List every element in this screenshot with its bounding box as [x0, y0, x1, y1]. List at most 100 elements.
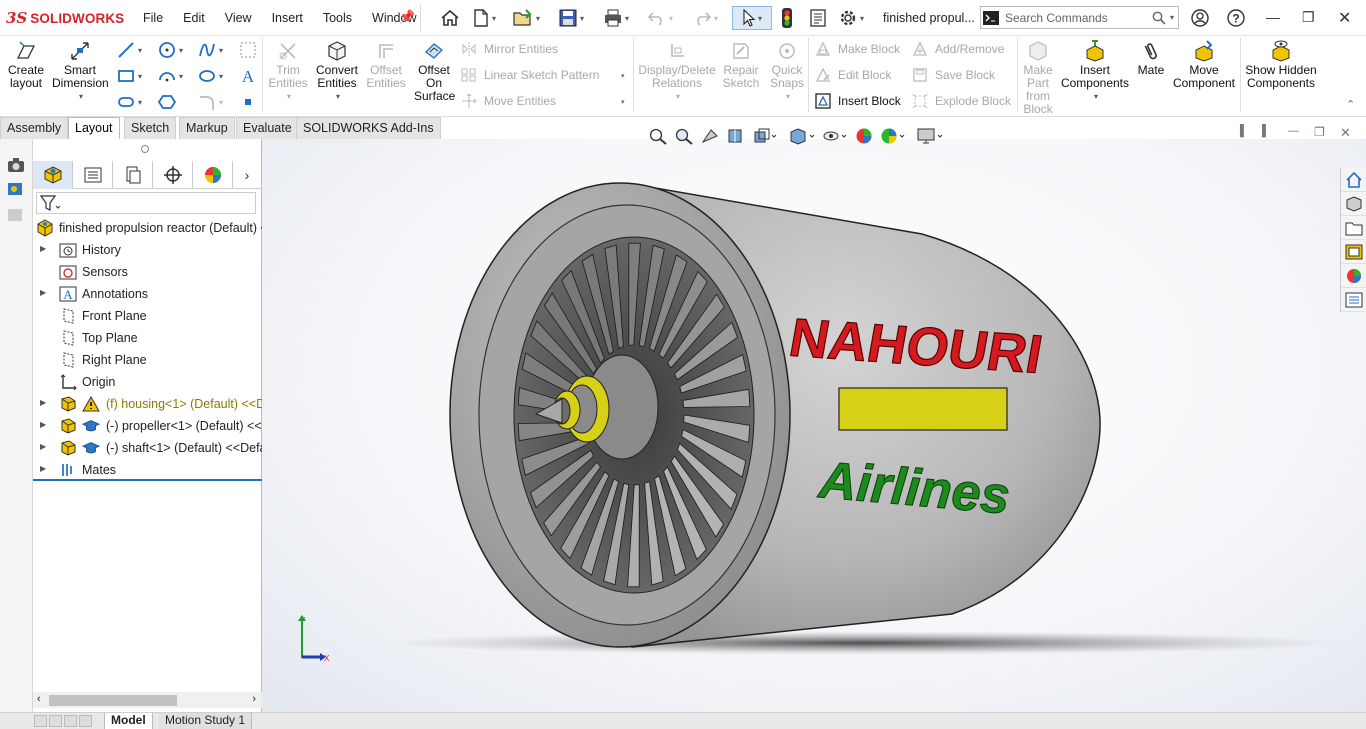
create-layout-button[interactable]: Create layout	[4, 40, 48, 90]
arc-tool-icon[interactable]: ▾	[157, 64, 183, 88]
add-remove-button[interactable]: Add/Remove	[911, 40, 1004, 58]
tree-item-history[interactable]: ▶ History	[33, 239, 262, 261]
undo-icon[interactable]: ▾	[647, 6, 673, 30]
user-account-icon[interactable]	[1190, 6, 1210, 30]
make-part-from-block-button[interactable]: Make Part from Block	[1020, 40, 1056, 116]
tree-item-right-plane[interactable]: Right Plane	[33, 349, 262, 371]
home-icon[interactable]	[440, 6, 460, 30]
scrollbar-thumb[interactable]	[49, 695, 177, 706]
tab-evaluate[interactable]: Evaluate	[236, 117, 299, 139]
tab-motion-study-1[interactable]: Motion Study 1	[159, 713, 253, 729]
menu-tools[interactable]: Tools	[313, 10, 362, 27]
tab-solidworks-addins[interactable]: SOLIDWORKS Add-Ins	[296, 117, 441, 139]
print-icon[interactable]: ▾	[603, 6, 629, 30]
tab-assembly[interactable]: Assembly	[0, 117, 69, 139]
first-tab-arrow-icon[interactable]	[34, 715, 47, 727]
appearance-icon[interactable]	[6, 207, 26, 228]
view-palette-icon[interactable]	[1341, 240, 1366, 264]
scene-icon[interactable]	[6, 181, 26, 202]
restore-window-icon[interactable]: ❐	[1302, 9, 1315, 26]
menu-insert[interactable]: Insert	[262, 10, 313, 27]
expand-arrow-icon[interactable]: ▶	[40, 398, 46, 407]
mate-button[interactable]: Mate	[1134, 40, 1168, 77]
pin-icon[interactable]: 📌	[399, 9, 415, 25]
offset-entities-button[interactable]: Offset Entities	[364, 40, 408, 90]
expand-arrow-icon[interactable]: ▶	[40, 464, 46, 473]
spline-tool-icon[interactable]: ▾	[197, 38, 223, 62]
viewport-split-left-icon[interactable]: ▐	[1236, 125, 1244, 137]
move-component-button[interactable]: Move Component	[1172, 40, 1236, 90]
text-tool-icon[interactable]: A	[238, 64, 258, 88]
tree-item-mates[interactable]: ▶ Mates	[33, 459, 262, 481]
scroll-right-arrow-icon[interactable]: ›	[252, 693, 256, 705]
circle-tool-icon[interactable]: ▾	[157, 38, 183, 62]
horizontal-scrollbar[interactable]: ‹ ›	[33, 692, 262, 708]
fillet-tool-icon[interactable]: ▾	[197, 90, 223, 114]
bottom-nav-arrows[interactable]	[34, 715, 96, 727]
chevron-right-icon[interactable]: ›	[233, 161, 261, 188]
smart-dimension-button[interactable]: Smart Dimension ▾	[52, 40, 109, 103]
menu-window[interactable]: Window	[362, 10, 426, 27]
ellipse-tool-icon[interactable]: ▾	[197, 64, 223, 88]
open-folder-icon[interactable]: ▾	[512, 6, 540, 30]
tree-filter-box[interactable]	[36, 192, 256, 214]
explode-block-button[interactable]: Explode Block	[911, 92, 1011, 110]
graphics-area[interactable]: ▐ ▌ — ❐ ✕ NAHOURI Airlines Y X	[262, 125, 1366, 712]
search-input[interactable]: Search Commands	[1005, 11, 1150, 25]
menu-file[interactable]: File	[133, 10, 173, 27]
slot-tool-icon[interactable]: ▾	[116, 90, 142, 114]
redo-icon[interactable]: ▾	[692, 6, 718, 30]
viewport-split-right-icon[interactable]: ▌	[1262, 125, 1270, 137]
viewport-minimize-icon[interactable]: —	[1288, 125, 1299, 137]
tab-markup[interactable]: Markup	[179, 117, 235, 139]
search-icon[interactable]	[1150, 11, 1168, 25]
mirror-entities-button[interactable]: Mirror Entities	[460, 40, 558, 58]
next-tab-arrow-icon[interactable]	[64, 715, 77, 727]
tree-item-annotations[interactable]: ▶ A Annotations	[33, 283, 262, 305]
tree-root-assembly[interactable]: finished propulsion reactor (Default) <	[33, 217, 262, 239]
trim-entities-button[interactable]: Trim Entities ▾	[266, 40, 310, 103]
solidworks-resources-home-icon[interactable]	[1341, 168, 1366, 192]
file-properties-icon[interactable]	[808, 6, 828, 30]
polygon-tool-icon[interactable]	[157, 90, 177, 114]
dimxpert-manager-tab-icon[interactable]	[153, 161, 193, 189]
configuration-manager-tab-icon[interactable]	[113, 161, 153, 189]
insert-components-button[interactable]: Insert Components ▾	[1060, 40, 1130, 103]
expand-arrow-icon[interactable]: ▶	[40, 244, 46, 253]
appearances-scenes-icon[interactable]	[1341, 264, 1366, 288]
tree-item-front-plane[interactable]: Front Plane	[33, 305, 262, 327]
last-tab-arrow-icon[interactable]	[79, 715, 92, 727]
edit-block-button[interactable]: Edit Block	[814, 66, 891, 84]
convert-entities-button[interactable]: Convert Entities ▾	[314, 40, 360, 103]
expand-arrow-icon[interactable]: ▶	[40, 442, 46, 451]
line-tool-icon[interactable]: ▾	[116, 38, 142, 62]
make-block-button[interactable]: Make Block	[814, 40, 900, 58]
move-entities-button[interactable]: Move Entities	[460, 92, 556, 110]
app-logo[interactable]: 3S SOLIDWORKS	[6, 9, 124, 27]
save-icon[interactable]: ▾	[558, 6, 584, 30]
new-document-icon[interactable]: ▾	[472, 6, 496, 30]
chevron-down-icon[interactable]: ▾	[1170, 13, 1174, 22]
save-block-button[interactable]: Save Block	[911, 66, 995, 84]
expand-arrow-icon[interactable]: ▶	[40, 288, 46, 297]
minimize-window-icon[interactable]: —	[1266, 9, 1280, 25]
repair-sketch-button[interactable]: Repair Sketch	[720, 40, 762, 90]
feature-manager-tab-icon[interactable]	[33, 161, 73, 189]
linear-sketch-pattern-button[interactable]: Linear Sketch Pattern	[460, 66, 599, 84]
tab-sketch[interactable]: Sketch	[124, 117, 177, 139]
tree-item-origin[interactable]: Origin	[33, 371, 262, 393]
file-explorer-icon[interactable]	[1341, 216, 1366, 240]
design-library-icon[interactable]	[1341, 192, 1366, 216]
sketch-grid-icon[interactable]	[238, 38, 258, 62]
tree-item-shaft[interactable]: ▶ (-) shaft<1> (Default) <<Defa	[33, 437, 262, 459]
property-manager-tab-icon[interactable]	[73, 161, 113, 189]
prev-tab-arrow-icon[interactable]	[49, 715, 62, 727]
menu-edit[interactable]: Edit	[173, 10, 215, 27]
rebuild-traffic-light-icon[interactable]	[780, 6, 794, 30]
offset-on-surface-button[interactable]: Offset On Surface	[412, 40, 456, 103]
display-delete-relations-button[interactable]: Display/Delete Relations ▾	[638, 40, 716, 103]
tree-item-sensors[interactable]: Sensors	[33, 261, 262, 283]
rectangle-tool-icon[interactable]: ▾	[116, 64, 142, 88]
panel-splitter-handle[interactable]	[141, 145, 149, 153]
point-tool-icon[interactable]	[238, 90, 258, 114]
